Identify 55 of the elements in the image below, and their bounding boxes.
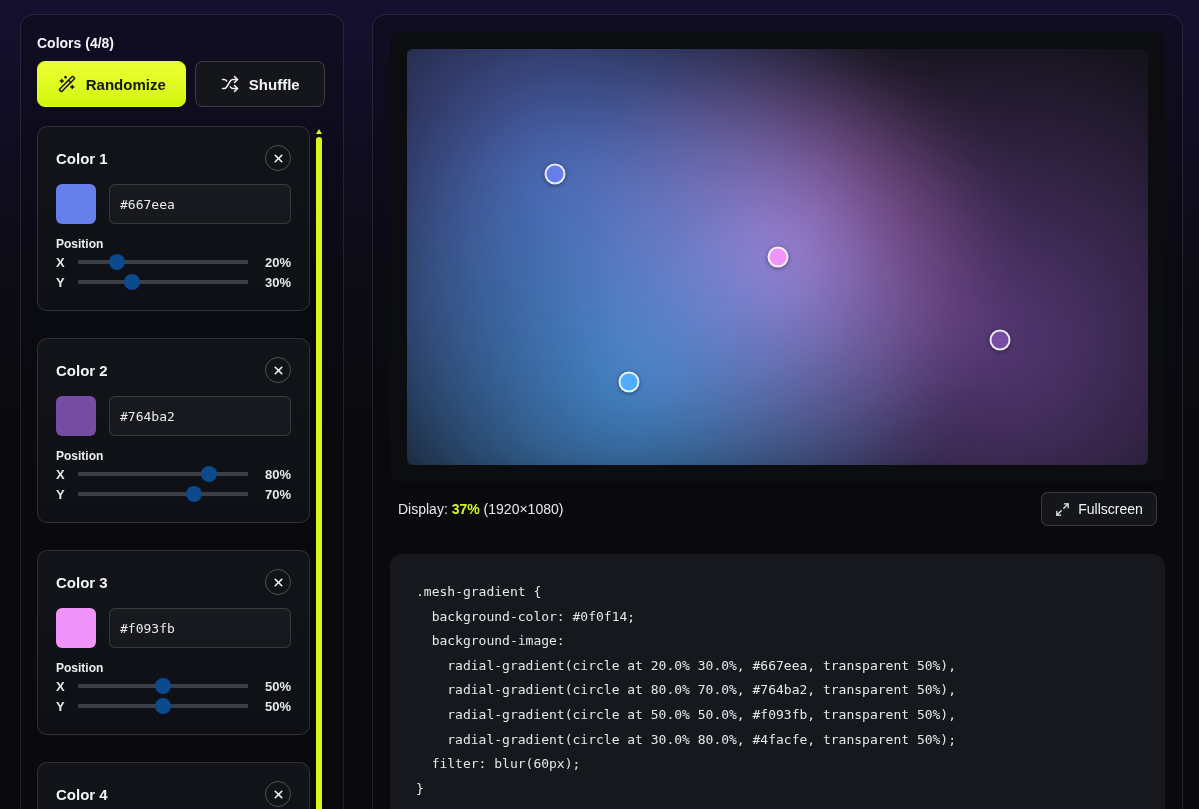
color-swatch[interactable] xyxy=(56,396,96,436)
code-line: } xyxy=(416,779,424,798)
color-title: Color 1 xyxy=(56,149,108,167)
expand-icon xyxy=(1055,501,1071,517)
position-label: Position xyxy=(56,448,105,464)
code-line: radial-gradient(circle at 30.0% 80.0%, #4facfe, transparent 50%); xyxy=(447,730,956,749)
axis-label: X xyxy=(56,466,65,482)
slider-thumb[interactable] xyxy=(185,486,202,502)
close-icon xyxy=(271,575,285,589)
scrollbar-thumb[interactable] xyxy=(316,137,322,809)
gradient-handle[interactable] xyxy=(767,246,788,268)
color-swatch[interactable] xyxy=(56,184,96,224)
shuffle-icon xyxy=(220,75,239,93)
axis-label: X xyxy=(56,678,65,694)
slider-thumb[interactable] xyxy=(124,274,141,290)
slider-value: 30% xyxy=(264,274,291,290)
code-line: background-color: #0f0f14; xyxy=(431,607,636,626)
position-label: Position xyxy=(56,660,105,676)
color-title: Color 2 xyxy=(56,361,108,379)
slider-value: 70% xyxy=(264,486,291,502)
gradient-handle[interactable] xyxy=(989,329,1011,351)
axis-label: Y xyxy=(56,698,65,714)
fullscreen-button[interactable]: Fullscreen xyxy=(1041,492,1157,526)
slider-value: 80% xyxy=(264,466,291,482)
slider-thumb[interactable] xyxy=(155,698,171,714)
shuffle-button[interactable]: Shuffle xyxy=(195,61,325,107)
code-line: .mesh-gradient { xyxy=(416,583,542,601)
slider-thumb[interactable] xyxy=(201,466,218,482)
color-title: Color 3 xyxy=(56,573,108,591)
code-line: radial-gradient(circle at 80.0% 70.0%, #764ba2, transparent 50%), xyxy=(447,681,956,700)
display-info: Display: 37% (1920×1080) xyxy=(398,501,564,517)
code-line: filter: blur(60px); xyxy=(431,755,581,774)
color-title: Color 4 xyxy=(56,785,108,803)
close-icon xyxy=(271,363,285,377)
close-icon xyxy=(271,787,285,801)
axis-label: Y xyxy=(56,486,65,502)
slider-value: 50% xyxy=(264,698,291,714)
slider-value: 50% xyxy=(264,678,291,694)
scroll-up-icon[interactable] xyxy=(316,129,322,134)
slider-thumb[interactable] xyxy=(108,254,125,270)
magic-wand-icon xyxy=(57,75,76,93)
code-line: radial-gradient(circle at 50.0% 50.0%, #f093fb, transparent 50%), xyxy=(447,705,956,724)
code-line: radial-gradient(circle at 20.0% 30.0%, #667eea, transparent 50%), xyxy=(447,656,956,675)
gradient-handle[interactable] xyxy=(618,371,640,393)
slider-thumb[interactable] xyxy=(155,678,171,694)
slider-value: 20% xyxy=(264,254,291,270)
color-swatch[interactable] xyxy=(56,608,96,648)
axis-label: Y xyxy=(56,274,65,290)
code-line: background-image: xyxy=(431,632,565,651)
close-icon xyxy=(271,151,285,165)
randomize-button[interactable]: Randomize xyxy=(37,61,187,107)
panel-title: Colors (4/8) xyxy=(37,34,115,52)
position-label: Position xyxy=(56,236,105,252)
axis-label: X xyxy=(56,254,65,270)
gradient-handle[interactable] xyxy=(544,163,566,185)
